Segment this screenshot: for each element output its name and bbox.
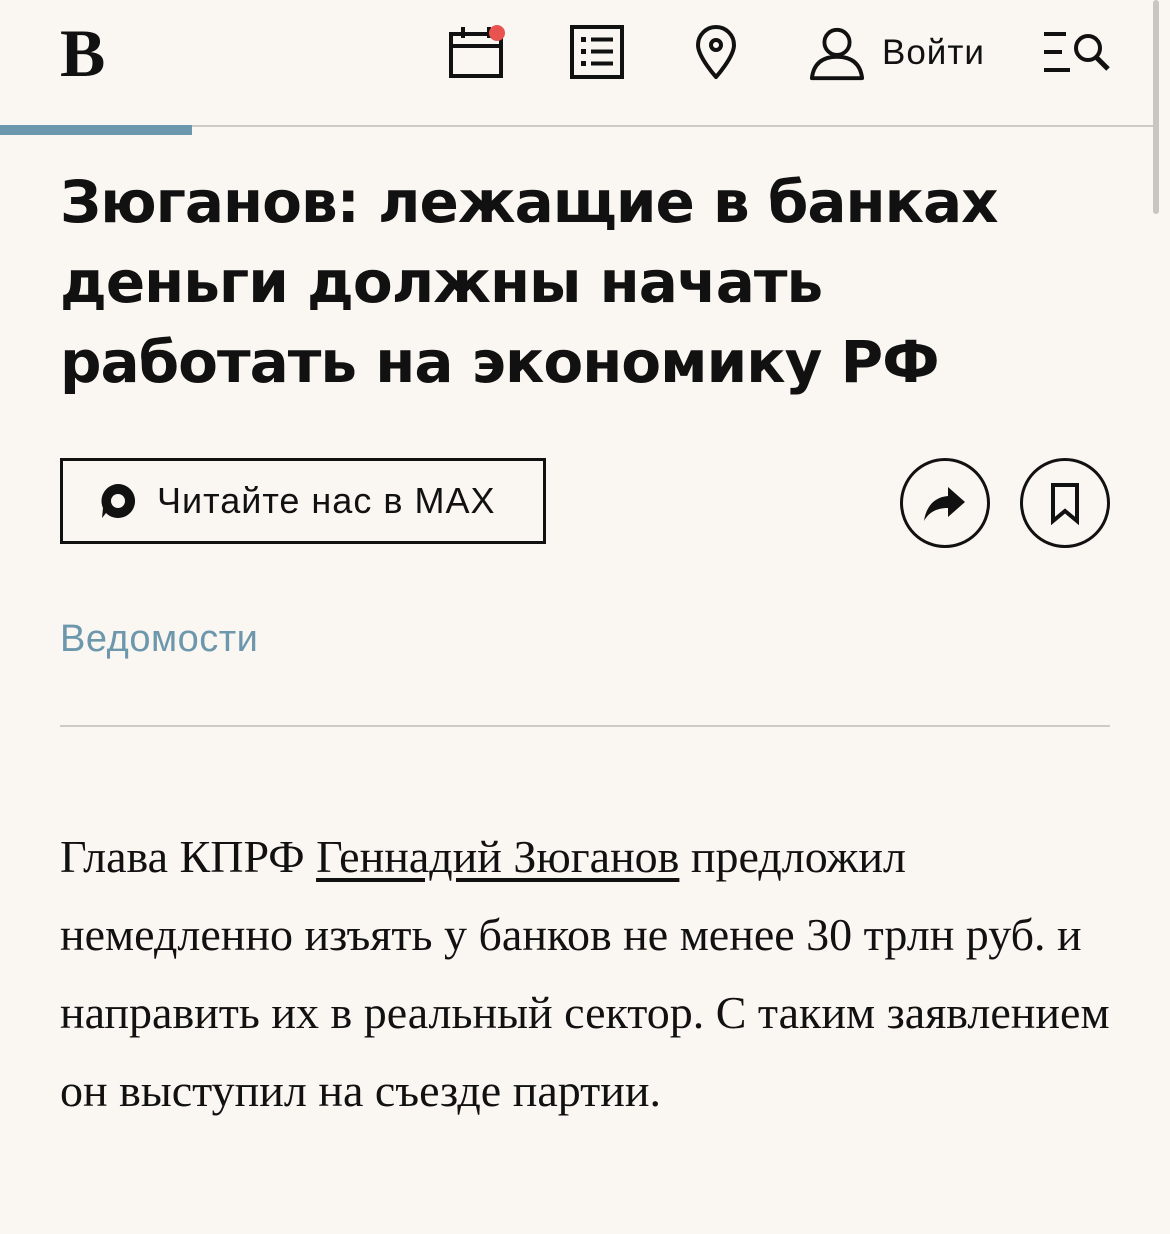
calendar-icon[interactable] (446, 22, 506, 82)
share-arrow-icon (924, 487, 965, 521)
bookmark-button[interactable] (1020, 458, 1110, 548)
reading-progress-bar (0, 125, 192, 135)
user-icon (809, 27, 865, 81)
read-in-max-label: Читайте нас в MAX (157, 480, 496, 521)
body-text-part: Глава КПРФ (60, 831, 317, 882)
notification-dot (489, 25, 505, 41)
bookmark-icon (1051, 483, 1079, 526)
article-body: Глава КПРФ Геннадий Зюганов предложил не… (60, 818, 1120, 1130)
max-messenger-icon (101, 483, 136, 518)
person-link[interactable]: Геннадий Зюганов (316, 831, 679, 882)
article-title: Зюганов: лежащие в банках деньги должны … (60, 168, 999, 396)
list-icon[interactable] (567, 22, 627, 82)
share-button[interactable] (900, 458, 990, 548)
menu-search-icon[interactable] (1040, 22, 1112, 82)
login-button[interactable]: Войти (808, 24, 985, 82)
read-in-max-button[interactable]: Читайте нас в MAX (60, 458, 546, 544)
content-divider (60, 725, 1110, 727)
source-link[interactable]: Ведомости (60, 618, 258, 661)
location-pin-icon[interactable] (686, 22, 746, 82)
site-logo[interactable]: В (60, 18, 105, 88)
login-label: Войти (882, 33, 985, 72)
scrollbar[interactable] (1153, 0, 1159, 214)
site-header: В Войти (0, 0, 1170, 127)
